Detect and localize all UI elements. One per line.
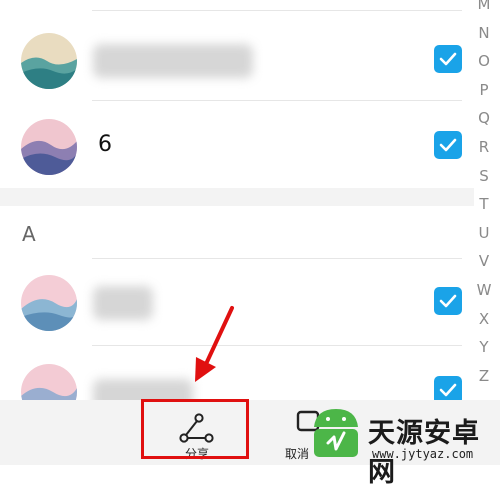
contact-checkbox[interactable] bbox=[434, 376, 462, 400]
index-letter[interactable]: Q bbox=[474, 104, 494, 133]
divider bbox=[92, 100, 462, 101]
contact-checkbox[interactable] bbox=[434, 287, 462, 315]
avatar bbox=[21, 364, 77, 400]
index-letter[interactable]: O bbox=[474, 47, 494, 76]
index-letter[interactable]: M bbox=[474, 0, 494, 19]
avatar bbox=[21, 33, 77, 89]
index-letter[interactable]: W bbox=[474, 276, 494, 305]
annotation-arrow-icon bbox=[195, 306, 234, 382]
contact-name: 6 bbox=[98, 132, 112, 157]
index-letter[interactable]: P bbox=[474, 76, 494, 105]
contact-row[interactable]: 6 bbox=[0, 104, 474, 190]
contact-checkbox[interactable] bbox=[434, 45, 462, 73]
avatar bbox=[21, 119, 77, 175]
index-letter[interactable]: N bbox=[474, 19, 494, 48]
alphabet-index[interactable]: M N O P Q R S T U V W X Y Z bbox=[474, 0, 494, 390]
watermark-url: www.jytyaz.com bbox=[372, 447, 474, 461]
avatar bbox=[21, 275, 77, 331]
contact-name-blurred bbox=[93, 44, 253, 78]
contact-name-blurred bbox=[93, 379, 193, 400]
annotation-highlight-box bbox=[141, 399, 249, 459]
index-letter[interactable]: Z bbox=[474, 362, 494, 391]
check-icon bbox=[439, 294, 457, 308]
index-letter[interactable]: U bbox=[474, 219, 494, 248]
index-letter[interactable]: S bbox=[474, 162, 494, 191]
check-icon bbox=[439, 52, 457, 66]
watermark: 天源安卓网 www.jytyaz.com bbox=[306, 405, 496, 488]
check-icon bbox=[439, 138, 457, 152]
index-letter[interactable]: T bbox=[474, 190, 494, 219]
contact-name-blurred bbox=[93, 286, 153, 320]
index-letter[interactable]: X bbox=[474, 305, 494, 334]
index-letter[interactable]: V bbox=[474, 247, 494, 276]
contact-row[interactable] bbox=[0, 18, 474, 104]
check-icon bbox=[439, 383, 457, 397]
contact-checkbox[interactable] bbox=[434, 131, 462, 159]
section-gap bbox=[0, 188, 474, 206]
android-logo-icon bbox=[314, 409, 358, 457]
index-letter[interactable]: Y bbox=[474, 333, 494, 362]
divider bbox=[92, 345, 462, 346]
divider bbox=[92, 10, 462, 11]
index-letter[interactable]: R bbox=[474, 133, 494, 162]
divider bbox=[92, 258, 462, 259]
section-header: A bbox=[22, 222, 36, 246]
